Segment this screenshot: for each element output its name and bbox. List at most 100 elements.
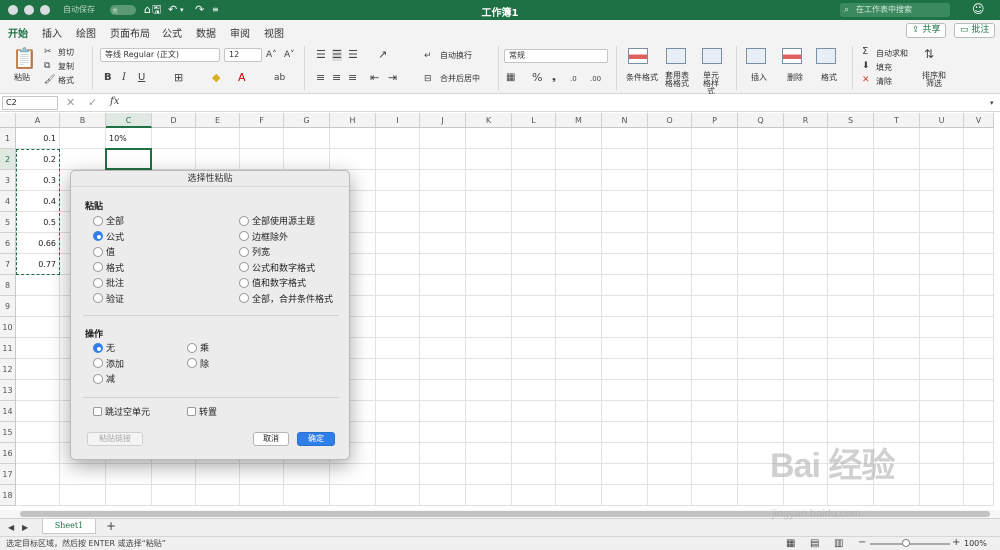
tab-draw[interactable]: 绘图 — [76, 25, 96, 40]
cell-s8[interactable] — [828, 275, 874, 296]
column-header-h[interactable]: H — [330, 113, 376, 128]
row-header-3[interactable]: 3 — [0, 170, 16, 191]
cell-j14[interactable] — [420, 401, 466, 422]
cell-k8[interactable] — [466, 275, 512, 296]
cell-l14[interactable] — [512, 401, 556, 422]
cell-m13[interactable] — [556, 380, 602, 401]
row-header-17[interactable]: 17 — [0, 464, 16, 485]
merge-center-icon[interactable]: ⊟ — [424, 73, 432, 85]
normal-view-icon[interactable]: ▦ — [786, 538, 795, 550]
cell-r1[interactable] — [784, 128, 828, 149]
cell-a13[interactable] — [16, 380, 60, 401]
cell-t1[interactable] — [874, 128, 920, 149]
increase-font-icon[interactable]: A˄ — [266, 49, 277, 61]
cell-h18[interactable] — [330, 485, 376, 506]
cell-l13[interactable] — [512, 380, 556, 401]
cell-m17[interactable] — [556, 464, 602, 485]
cell-q1[interactable] — [738, 128, 784, 149]
cell-i3[interactable] — [376, 170, 420, 191]
cell-n1[interactable] — [602, 128, 648, 149]
cell-j15[interactable] — [420, 422, 466, 443]
clear-button[interactable]: 清除 — [876, 76, 892, 87]
column-header-m[interactable]: M — [556, 113, 602, 128]
cancel-button[interactable]: 取消 — [253, 432, 289, 446]
cell-q18[interactable] — [738, 485, 784, 506]
cell-e18[interactable] — [196, 485, 240, 506]
radio-button[interactable] — [93, 342, 103, 353]
cell-m12[interactable] — [556, 359, 602, 380]
column-header-e[interactable]: E — [196, 113, 240, 128]
cell-a18[interactable] — [16, 485, 60, 506]
column-header-i[interactable]: I — [376, 113, 420, 128]
cell-l17[interactable] — [512, 464, 556, 485]
underline-icon[interactable]: U — [138, 72, 145, 84]
borders-icon[interactable]: ⊞ — [174, 72, 183, 84]
paste-option[interactable]: 全部 — [93, 215, 124, 228]
cell-a10[interactable] — [16, 317, 60, 338]
insert-function-icon[interactable]: fx — [110, 96, 119, 108]
cell-p14[interactable] — [692, 401, 738, 422]
cell-l2[interactable] — [512, 149, 556, 170]
cell-f18[interactable] — [240, 485, 284, 506]
cell-n6[interactable] — [602, 233, 648, 254]
cell-i5[interactable] — [376, 212, 420, 233]
cell-j11[interactable] — [420, 338, 466, 359]
format-cells-button[interactable]: 格式 — [821, 72, 837, 83]
radio-button[interactable] — [93, 262, 103, 272]
column-header-p[interactable]: P — [692, 113, 738, 128]
cell-m1[interactable] — [556, 128, 602, 149]
column-header-o[interactable]: O — [648, 113, 692, 128]
cell-k18[interactable] — [466, 485, 512, 506]
cell-l7[interactable] — [512, 254, 556, 275]
align-right-icon[interactable]: ≡ — [348, 72, 357, 84]
decrease-font-icon[interactable]: A˅ — [284, 49, 295, 61]
column-header-s[interactable]: S — [828, 113, 874, 128]
row-header-8[interactable]: 8 — [0, 275, 16, 296]
cell-i6[interactable] — [376, 233, 420, 254]
cell-r10[interactable] — [784, 317, 828, 338]
cell-u14[interactable] — [920, 401, 964, 422]
cell-m3[interactable] — [556, 170, 602, 191]
bold-icon[interactable]: B — [104, 72, 112, 84]
cell-k14[interactable] — [466, 401, 512, 422]
cell-v12[interactable] — [964, 359, 994, 380]
cell-b2[interactable] — [60, 149, 106, 170]
confirm-entry-icon[interactable]: ✓ — [88, 97, 97, 109]
wrap-text-button[interactable]: 自动换行 — [440, 50, 472, 61]
cell-i8[interactable] — [376, 275, 420, 296]
cell-n3[interactable] — [602, 170, 648, 191]
cell-s10[interactable] — [828, 317, 874, 338]
column-header-l[interactable]: L — [512, 113, 556, 128]
checkbox-box[interactable] — [93, 407, 102, 416]
cell-s5[interactable] — [828, 212, 874, 233]
accounting-format-icon[interactable]: ▦ — [506, 72, 515, 84]
share-button[interactable]: ⇪ 共享 — [906, 23, 947, 38]
cell-s1[interactable] — [828, 128, 874, 149]
cell-m8[interactable] — [556, 275, 602, 296]
checkbox-box[interactable] — [187, 407, 196, 416]
cell-o16[interactable] — [648, 443, 692, 464]
zoom-out-icon[interactable]: − — [858, 537, 866, 549]
cell-a16[interactable] — [16, 443, 60, 464]
cell-n11[interactable] — [602, 338, 648, 359]
cell-u10[interactable] — [920, 317, 964, 338]
cell-i14[interactable] — [376, 401, 420, 422]
next-sheet-icon[interactable]: ▶ — [22, 522, 28, 534]
cell-j9[interactable] — [420, 296, 466, 317]
sheet-search-input[interactable]: ⌕ 在工作表中搜索 — [840, 3, 950, 17]
row-header-6[interactable]: 6 — [0, 233, 16, 254]
cell-i2[interactable] — [376, 149, 420, 170]
row-header-11[interactable]: 11 — [0, 338, 16, 359]
row-header-14[interactable]: 14 — [0, 401, 16, 422]
cell-f2[interactable] — [240, 149, 284, 170]
number-format-select[interactable]: 常规 — [504, 49, 608, 63]
cell-a6[interactable]: 0.66 — [16, 233, 60, 254]
paste-option[interactable]: 全部，合并条件格式 — [239, 293, 333, 306]
cell-j13[interactable] — [420, 380, 466, 401]
cell-p5[interactable] — [692, 212, 738, 233]
increase-indent-icon[interactable]: ⇥ — [388, 72, 397, 84]
cell-s13[interactable] — [828, 380, 874, 401]
fill-color-icon[interactable]: ◆ — [212, 72, 220, 84]
column-header-j[interactable]: J — [420, 113, 466, 128]
cell-m6[interactable] — [556, 233, 602, 254]
